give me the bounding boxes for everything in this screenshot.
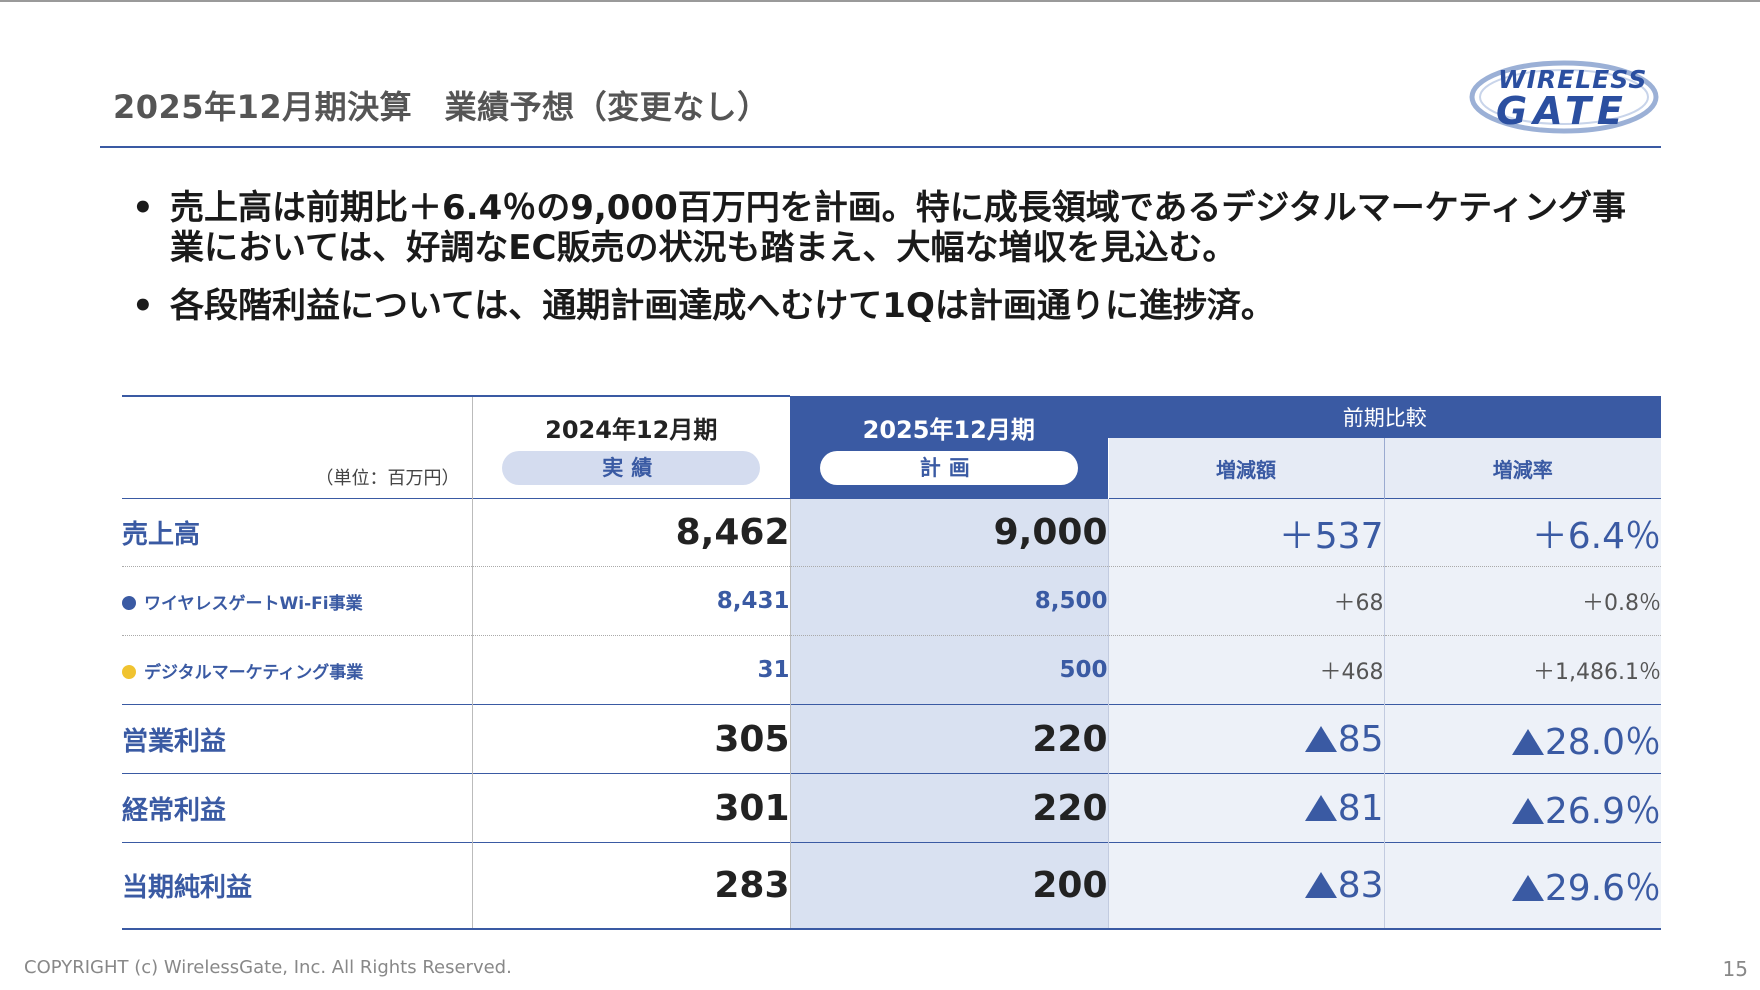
copyright-footer: COPYRIGHT (c) WirelessGate, Inc. All Rig…	[24, 957, 512, 978]
actual-year: 2024年12月期	[545, 416, 718, 444]
rate-value: ＋6.4％	[1531, 515, 1661, 557]
row-label: 営業利益	[122, 704, 472, 774]
table-row: 経常利益 301 220 81 26.9％	[122, 773, 1661, 843]
actual-value: 31	[757, 657, 790, 683]
actual-value: 305	[714, 718, 790, 760]
top-border	[0, 0, 1760, 2]
bullet-text: 売上高は前期比＋6.4％の9,000百万円を計画。特に成長領域であるデジタルマー…	[170, 188, 1627, 268]
plan-value: 200	[1032, 864, 1108, 906]
svg-text:GATE: GATE	[1496, 89, 1629, 133]
decrease-triangle-icon	[1304, 871, 1337, 898]
compare-rate-header: 増減率	[1383, 438, 1661, 499]
plan-value: 220	[1032, 718, 1108, 760]
plan-value: 500	[1059, 657, 1108, 683]
title-underline	[100, 146, 1661, 148]
diff-value: 81	[1337, 787, 1384, 829]
bullet-mark: •	[132, 188, 154, 228]
plan-tag: 計画	[819, 450, 1078, 485]
diff-value: ＋468	[1319, 660, 1384, 685]
segment-label: デジタルマーケティング事業	[144, 662, 364, 683]
table-row: 当期純利益 283 200 83 29.6％	[122, 842, 1661, 930]
page-number: 15	[1722, 957, 1748, 981]
table-row: 営業利益 305 220 85 28.0％	[122, 704, 1661, 774]
compare-header: 前期比較	[1107, 396, 1661, 438]
decrease-triangle-icon	[1511, 875, 1544, 902]
bullet-item: • 売上高は前期比＋6.4％の9,000百万円を計画。特に成長領域であるデジタル…	[130, 188, 1660, 268]
decrease-triangle-icon	[1304, 725, 1337, 752]
slide-title: 2025年12月期決算 業績予想（変更なし）	[113, 88, 770, 126]
plan-value: 8,500	[1034, 588, 1108, 614]
actual-value: 8,431	[716, 588, 790, 614]
actual-tag: 実績	[502, 451, 761, 485]
plan-value: 220	[1032, 787, 1108, 829]
decrease-triangle-icon	[1304, 794, 1337, 821]
diff-value: ＋537	[1278, 515, 1384, 557]
unit-header: （単位：百万円）	[122, 395, 472, 499]
actual-value: 301	[714, 787, 790, 829]
table-row: 売上高 8,462 9,000 ＋537 ＋6.4％	[122, 498, 1661, 567]
plan-value: 9,000	[993, 512, 1108, 553]
actual-value: 283	[714, 864, 790, 906]
decrease-triangle-icon	[1511, 729, 1544, 755]
row-label: 売上高	[122, 498, 472, 567]
rate-value: 28.0％	[1544, 722, 1661, 763]
row-label: 経常利益	[122, 773, 472, 843]
actual-column-header: 2024年12月期 実績	[471, 395, 790, 499]
plan-column-header: 2025年12月期 計画	[790, 396, 1108, 499]
diff-value: ＋68	[1333, 591, 1384, 616]
unit-label: （単位：百万円）	[315, 468, 460, 489]
segment-dot-icon	[122, 595, 136, 610]
bullet-mark: •	[132, 286, 154, 326]
table-row: デジタルマーケティング事業 31 500 ＋468 ＋1,486.1％	[122, 635, 1661, 705]
plan-year: 2025年12月期	[862, 415, 1035, 444]
rate-value: ＋1,486.1％	[1533, 660, 1661, 685]
rate-value: 29.6％	[1544, 868, 1661, 910]
row-label: デジタルマーケティング事業	[122, 635, 472, 705]
row-label: ワイヤレスゲートWi-Fi事業	[122, 566, 472, 636]
row-label: 当期純利益	[122, 842, 472, 930]
bullet-list: • 売上高は前期比＋6.4％の9,000百万円を計画。特に成長領域であるデジタル…	[130, 188, 1660, 344]
diff-value: 83	[1337, 864, 1384, 906]
wirelessgate-logo: WIRELESS GATE	[1469, 60, 1659, 134]
diff-value: 85	[1337, 718, 1384, 760]
table-row: ワイヤレスゲートWi-Fi事業 8,431 8,500 ＋68 ＋0.8％	[122, 566, 1661, 636]
rate-value: ＋0.8％	[1582, 591, 1661, 616]
decrease-triangle-icon	[1511, 798, 1544, 824]
segment-dot-icon	[122, 664, 136, 679]
forecast-table: （単位：百万円） 2024年12月期 実績 2025年12月期 計画 前期比較 …	[122, 395, 1661, 930]
bullet-item: • 各段階利益については、通期計画達成へむけて1Qは計画通りに進捗済。	[130, 286, 1660, 326]
actual-value: 8,462	[675, 512, 790, 553]
compare-amount-header: 増減額	[1107, 438, 1384, 499]
segment-label: ワイヤレスゲートWi-Fi事業	[144, 593, 363, 614]
bullet-text: 各段階利益については、通期計画達成へむけて1Qは計画通りに進捗済。	[170, 286, 1275, 326]
rate-value: 26.9％	[1544, 791, 1661, 832]
